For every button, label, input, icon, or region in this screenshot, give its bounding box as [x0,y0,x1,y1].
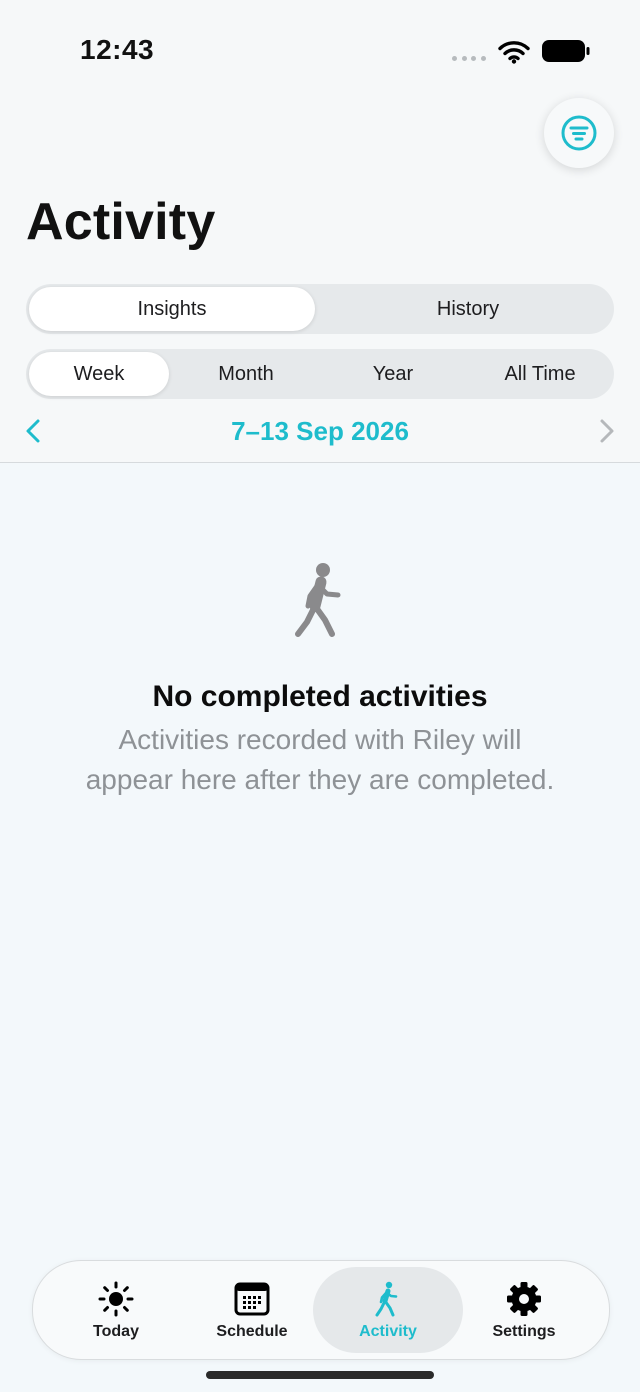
tab-activity[interactable]: Activity [313,1267,463,1353]
tab-bar: Today Schedule Activity Settings [32,1260,610,1360]
tab-label: Today [93,1323,139,1340]
period-all-time[interactable]: All Time [468,352,612,396]
tab-history[interactable]: History [325,287,611,331]
tab-label: Settings [492,1323,556,1340]
view-segmented-control: Insights History [26,284,614,334]
tab-label: Schedule [216,1323,288,1340]
calendar-icon [234,1282,270,1316]
date-navigator: 7–13 Sep 2026 [0,408,640,454]
walking-person-icon [375,1281,398,1317]
filter-lines-icon [561,115,597,151]
page-title: Activity [26,193,216,251]
empty-state: No completed activities Activities recor… [0,560,640,800]
period-week[interactable]: Week [29,352,169,396]
tab-insights[interactable]: Insights [29,287,315,331]
tab-settings[interactable]: Settings [449,1267,599,1353]
status-time: 12:43 [80,34,155,65]
gear-icon [507,1282,541,1316]
empty-state-message: Activities recorded with Riley will appe… [85,724,555,795]
divider [0,462,640,463]
home-indicator [206,1371,434,1379]
chevron-right-icon[interactable] [594,418,618,444]
period-year[interactable]: Year [322,352,464,396]
status-bar: 12:43 [0,0,640,100]
tab-label: Activity [359,1323,417,1340]
walking-person-icon [295,563,341,637]
battery-icon [542,40,590,62]
tab-today[interactable]: Today [41,1267,191,1353]
period-segmented-control: Week Month Year All Time [26,349,614,399]
sun-icon [98,1281,134,1317]
filter-button[interactable] [544,98,614,168]
wifi-icon [498,41,530,64]
date-range-label: 7–13 Sep 2026 [231,416,409,446]
period-month[interactable]: Month [174,352,318,396]
signal-dots-icon [452,56,486,62]
tab-schedule[interactable]: Schedule [177,1267,327,1353]
empty-state-title: No completed activities [152,680,488,713]
